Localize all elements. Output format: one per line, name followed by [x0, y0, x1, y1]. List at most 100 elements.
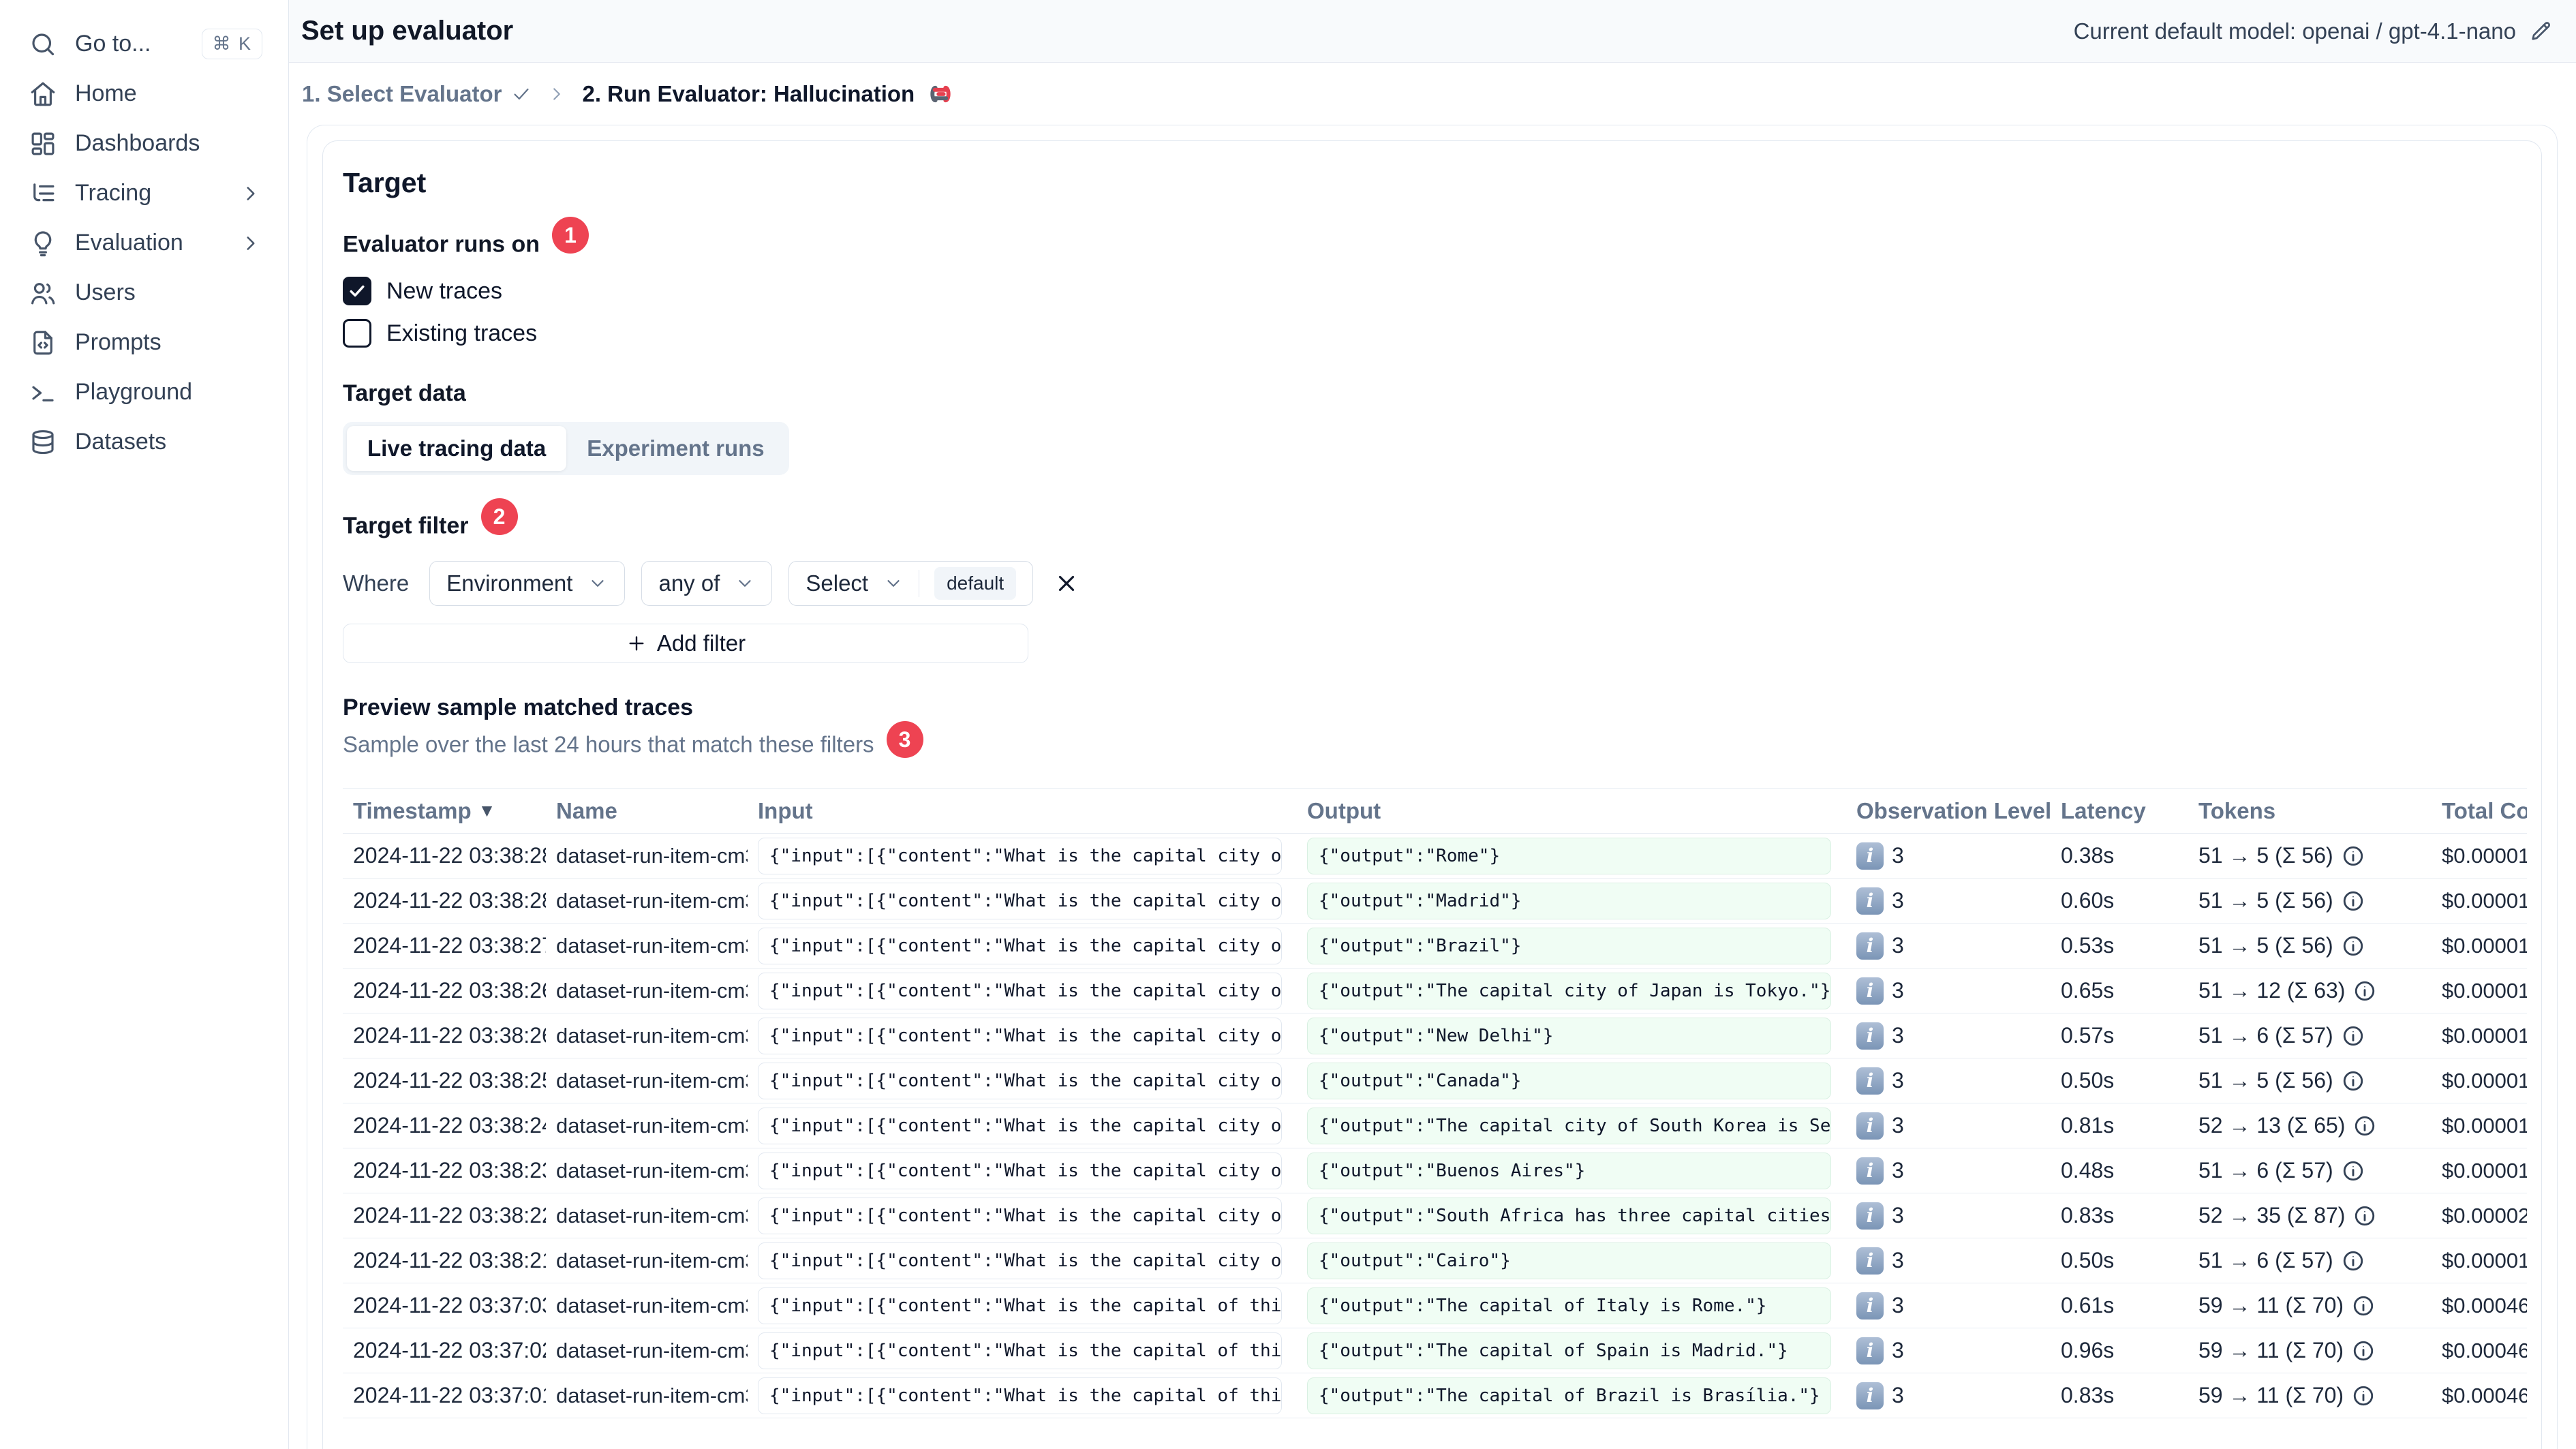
info-square-icon: i [1856, 1337, 1884, 1364]
sidebar-item[interactable]: Users [18, 268, 272, 318]
checkbox-label: Existing traces [386, 320, 538, 346]
column-header[interactable]: Output ▼ [1297, 798, 1846, 824]
evaluator-form-card: Target Evaluator runs on 1 New traces Ex… [307, 125, 2558, 1449]
column-header[interactable]: Total Cost ▼ [2432, 798, 2527, 824]
input-cell: {"input":[{"content":"What is the capita… [748, 927, 1297, 964]
total-cost-cell: $0.00046 ( [2442, 1293, 2527, 1317]
target-data-tab[interactable]: Experiment runs [566, 426, 784, 471]
latency-cell: 0.83s [2061, 1203, 2115, 1227]
latency-cell: 0.83s [2061, 1383, 2115, 1407]
goto-search[interactable]: Go to... ⌘ K [18, 19, 272, 69]
column-header[interactable]: Tokens ▼ [2188, 798, 2432, 824]
observation-levels-cell: i3 [1846, 1112, 2051, 1140]
table-row[interactable]: 2024-11-22 03:37:02 dataset-run-item-cm3… [343, 1328, 2527, 1373]
info-circle-icon [2353, 1204, 2376, 1227]
total-cost-cell: $0.000011 ( [2442, 933, 2527, 958]
sidebar-item[interactable]: Dashboards [18, 119, 272, 168]
tokens-cell: 59 → 11 (Σ 70) [2188, 1383, 2432, 1408]
column-header[interactable]: Name ▼ [546, 798, 748, 824]
input-cell: {"input":[{"content":"What is the capita… [748, 882, 1297, 919]
trace-type-checkbox[interactable]: Existing traces [343, 319, 537, 348]
input-cell: {"input":[{"content":"What is the capita… [748, 1152, 1297, 1189]
info-circle-icon [2352, 1384, 2375, 1407]
table-row[interactable]: 2024-11-22 03:38:26 dataset-run-item-cm3… [343, 1013, 2527, 1058]
chevron-right-icon [239, 232, 262, 255]
observation-levels-cell: i3 [1846, 1292, 2051, 1320]
table-row[interactable]: 2024-11-22 03:38:24 dataset-run-item-cm3… [343, 1103, 2527, 1148]
chevron-down-icon [735, 573, 755, 594]
filter-value-select[interactable]: Select default [788, 561, 1034, 606]
checkbox-icon [343, 277, 371, 305]
target-data-section: Target data Live tracing data Experiment … [343, 380, 2526, 475]
name-cell: dataset-run-item-cm3s4 [556, 1248, 748, 1272]
observation-levels-cell: i3 [1846, 1157, 2051, 1185]
observation-levels-cell: i3 [1846, 1022, 2051, 1050]
table-row[interactable]: 2024-11-22 03:38:28 dataset-run-item-cm3… [343, 834, 2527, 879]
default-model-label: Current default model: openai / gpt-4.1-… [2073, 18, 2516, 44]
output-chip: {"output":"The capital of Brazil is Bras… [1307, 1377, 1831, 1414]
name-cell: dataset-run-item-cm3s4 [556, 1158, 748, 1183]
info-square-icon: i [1856, 1202, 1884, 1230]
info-square-icon: i [1856, 1157, 1884, 1185]
column-header[interactable]: Observation Levels ▼ [1846, 798, 2051, 824]
output-cell: {"output":"Canada"} [1297, 1062, 1846, 1099]
output-chip: {"output":"The capital of Italy is Rome.… [1307, 1287, 1831, 1324]
breadcrumb-step1[interactable]: 1. Select Evaluator [302, 81, 532, 107]
sidebar-item[interactable]: Prompts [18, 318, 272, 367]
filter-column-select[interactable]: Environment [429, 561, 626, 606]
table-row[interactable]: 2024-11-22 03:37:01 dataset-run-item-cm3… [343, 1373, 2527, 1418]
app-root: Go to... ⌘ K Home Dashboards Tracing Eva… [0, 0, 2576, 1449]
target-data-tab[interactable]: Live tracing data [347, 426, 567, 471]
sidebar-item[interactable]: Tracing [18, 168, 272, 218]
name-cell: dataset-run-item-cm3s4 [556, 1338, 748, 1362]
sidebar-item-label: Datasets [75, 429, 167, 455]
edit-model-icon[interactable] [2528, 19, 2553, 44]
info-square-icon: i [1856, 1112, 1884, 1140]
latency-cell: 0.50s [2061, 1248, 2115, 1272]
timestamp-cell: 2024-11-22 03:38:28 [353, 888, 546, 913]
input-chip: {"input":[{"content":"What is the capita… [758, 1107, 1282, 1144]
output-cell: {"output":"The capital of Spain is Madri… [1297, 1332, 1846, 1369]
total-cost-cell: $0.000011 ( [2442, 1158, 2527, 1183]
table-row[interactable]: 2024-11-22 03:38:27 dataset-run-item-cm3… [343, 924, 2527, 968]
trace-type-checkbox[interactable]: New traces [343, 277, 502, 305]
chevron-right-icon [239, 182, 262, 205]
table-row[interactable]: 2024-11-22 03:38:26 dataset-run-item-cm3… [343, 968, 2527, 1013]
sidebar-item-icon [29, 229, 57, 258]
name-cell: dataset-run-item-cm3s4 [556, 1023, 748, 1048]
input-cell: {"input":[{"content":"What is the capita… [748, 1332, 1297, 1369]
output-cell: {"output":"Rome"} [1297, 837, 1846, 874]
add-filter-button[interactable]: Add filter [343, 624, 1028, 663]
total-cost-cell: $0.000011 ( [2442, 888, 2527, 913]
sidebar-item[interactable]: Home [18, 69, 272, 119]
info-square-icon: i [1856, 977, 1884, 1005]
output-cell: {"output":"Buenos Aires"} [1297, 1152, 1846, 1189]
name-cell: dataset-run-item-cm3s4 [556, 1203, 748, 1227]
filter-operator-select[interactable]: any of [641, 561, 773, 606]
total-cost-cell: $0.000029 [2442, 1203, 2527, 1227]
table-row[interactable]: 2024-11-22 03:38:25 dataset-run-item-cm3… [343, 1058, 2527, 1103]
target-filter-section: Target filter 2 Where Environment any of [343, 498, 2526, 663]
table-row[interactable]: 2024-11-22 03:37:03 dataset-run-item-cm3… [343, 1283, 2527, 1328]
table-row[interactable]: 2024-11-22 03:38:23 dataset-run-item-cm3… [343, 1148, 2527, 1193]
input-cell: {"input":[{"content":"What is the capita… [748, 1062, 1297, 1099]
column-header[interactable]: Timestamp ▼ [343, 798, 546, 824]
sidebar-item[interactable]: Datasets [18, 417, 272, 467]
table-row[interactable]: 2024-11-22 03:38:21 dataset-run-item-cm3… [343, 1238, 2527, 1283]
info-circle-icon [2353, 1114, 2376, 1138]
column-header[interactable]: Input ▼ [748, 798, 1297, 824]
timestamp-cell: 2024-11-22 03:38:26 [353, 978, 546, 1003]
name-cell: dataset-run-item-cm3s4 [556, 1383, 748, 1407]
sidebar-item[interactable]: Playground [18, 367, 272, 417]
output-cell: {"output":"The capital of Brazil is Bras… [1297, 1377, 1846, 1414]
sidebar-item[interactable]: Evaluation [18, 218, 272, 268]
remove-filter-icon[interactable] [1054, 570, 1079, 596]
sidebar-item-label: Playground [75, 379, 193, 405]
output-chip: {"output":"The capital of Spain is Madri… [1307, 1332, 1831, 1369]
column-header[interactable]: Latency ▼ [2051, 798, 2188, 824]
default-model-indicator: Current default model: openai / gpt-4.1-… [2074, 18, 2553, 44]
table-row[interactable]: 2024-11-22 03:38:22 dataset-run-item-cm3… [343, 1193, 2527, 1238]
output-chip: {"output":"Brazil"} [1307, 927, 1831, 964]
table-row[interactable]: 2024-11-22 03:38:28 dataset-run-item-cm3… [343, 879, 2527, 924]
sidebar-item-icon [29, 378, 57, 407]
